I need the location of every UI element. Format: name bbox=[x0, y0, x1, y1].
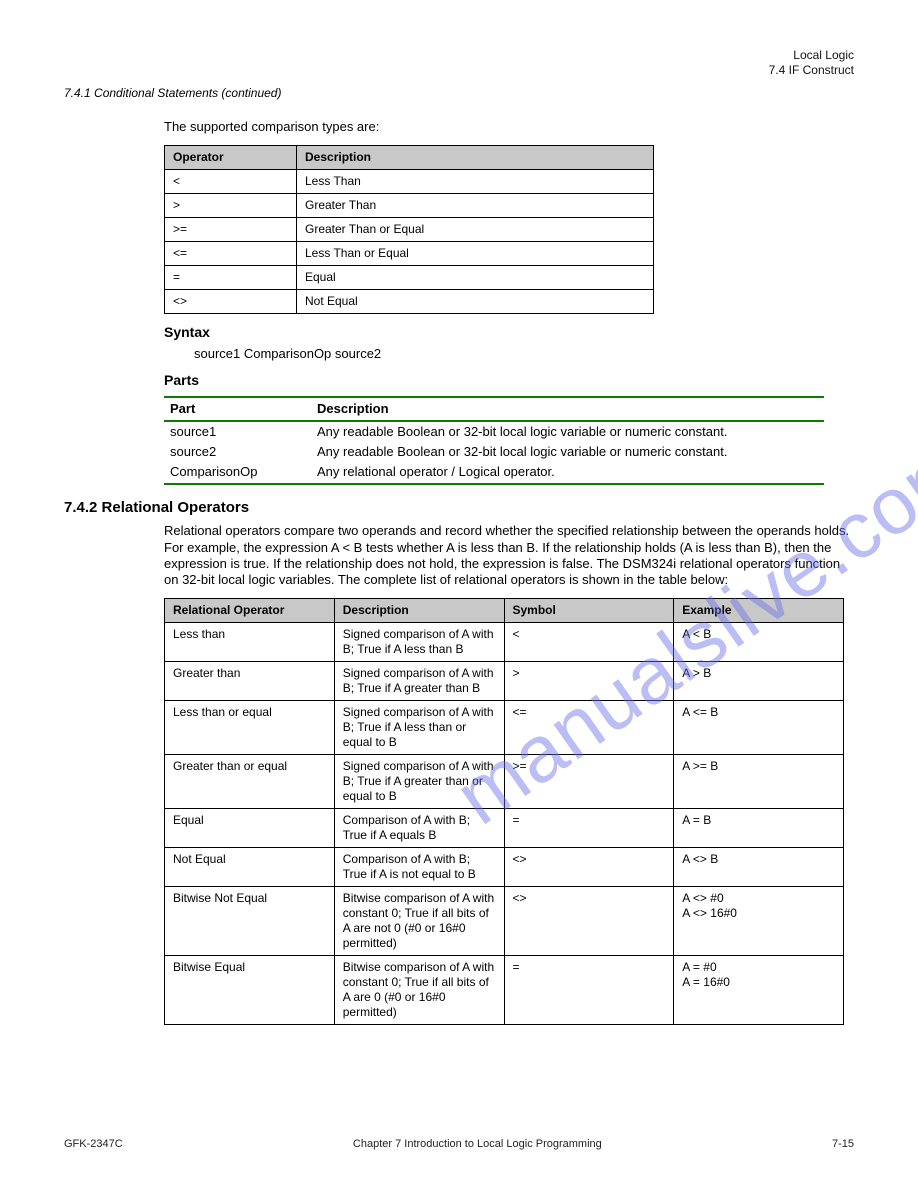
table-row: Less thanSigned comparison of A with B; … bbox=[165, 623, 844, 662]
table-header-row: Part Description bbox=[164, 397, 824, 421]
cell: <= bbox=[504, 701, 674, 755]
cell: <> bbox=[504, 848, 674, 887]
cell: A = #0 A = 16#0 bbox=[674, 956, 844, 1025]
cell: Bitwise Equal bbox=[165, 956, 335, 1025]
cell: source2 bbox=[164, 442, 311, 462]
header-right-line2: 7.4 IF Construct bbox=[64, 63, 854, 78]
cell: Any relational operator / Logical operat… bbox=[311, 462, 824, 483]
col-operator: Operator bbox=[165, 146, 297, 170]
relational-intro: Relational operators compare two operand… bbox=[164, 523, 854, 588]
cell: = bbox=[504, 809, 674, 848]
table-row: Greater thanSigned comparison of A with … bbox=[165, 662, 844, 701]
cell: Signed comparison of A with B; True if A… bbox=[334, 755, 504, 809]
relational-heading: 7.4.2 Relational Operators bbox=[64, 499, 854, 518]
table-row: Less than or equalSigned comparison of A… bbox=[165, 701, 844, 755]
cell: <= bbox=[165, 242, 297, 266]
parts-heading: Parts bbox=[164, 372, 854, 390]
table-row: <>Not Equal bbox=[165, 290, 654, 314]
cell: A > B bbox=[674, 662, 844, 701]
cell: Bitwise comparison of A with constant 0;… bbox=[334, 887, 504, 956]
table-row: source2Any readable Boolean or 32-bit lo… bbox=[164, 442, 824, 462]
comparison-intro: The supported comparison types are: bbox=[164, 119, 854, 135]
header-right: Local Logic 7.4 IF Construct bbox=[64, 48, 854, 78]
cell: Equal bbox=[165, 809, 335, 848]
syntax-heading: Syntax bbox=[164, 324, 854, 342]
cell: >= bbox=[165, 218, 297, 242]
cell: Less Than or Equal bbox=[297, 242, 654, 266]
table-row: <Less Than bbox=[165, 170, 654, 194]
cell: = bbox=[504, 956, 674, 1025]
footer-right: 7-15 bbox=[832, 1138, 854, 1152]
cell: Comparison of A with B; True if A equals… bbox=[334, 809, 504, 848]
cell: Signed comparison of A with B; True if A… bbox=[334, 662, 504, 701]
cell: Not Equal bbox=[297, 290, 654, 314]
cell: Less than bbox=[165, 623, 335, 662]
cell: Bitwise comparison of A with constant 0;… bbox=[334, 956, 504, 1025]
cell: source1 bbox=[164, 421, 311, 442]
comparison-table: Operator Description <Less Than >Greater… bbox=[164, 145, 654, 314]
cell: = bbox=[165, 266, 297, 290]
cell: A <> #0 A <> 16#0 bbox=[674, 887, 844, 956]
cell: ComparisonOp bbox=[164, 462, 311, 483]
cell: A < B bbox=[674, 623, 844, 662]
cell: Signed comparison of A with B; True if A… bbox=[334, 701, 504, 755]
cell: > bbox=[504, 662, 674, 701]
cell: A <= B bbox=[674, 701, 844, 755]
table-row: Bitwise EqualBitwise comparison of A wit… bbox=[165, 956, 844, 1025]
table-row: Bitwise Not EqualBitwise comparison of A… bbox=[165, 887, 844, 956]
cell: <> bbox=[165, 290, 297, 314]
cell: Greater than bbox=[165, 662, 335, 701]
table-row: Greater than or equalSigned comparison o… bbox=[165, 755, 844, 809]
col-rel-example: Example bbox=[674, 599, 844, 623]
cell: Equal bbox=[297, 266, 654, 290]
cell: Greater Than or Equal bbox=[297, 218, 654, 242]
cell: A >= B bbox=[674, 755, 844, 809]
table-row: EqualComparison of A with B; True if A e… bbox=[165, 809, 844, 848]
header-right-line1: Local Logic bbox=[64, 48, 854, 63]
col-description: Description bbox=[311, 397, 824, 421]
cell: <> bbox=[504, 887, 674, 956]
col-rel-op: Relational Operator bbox=[165, 599, 335, 623]
cell: A = B bbox=[674, 809, 844, 848]
relational-table: Relational Operator Description Symbol E… bbox=[164, 598, 844, 1025]
document-page: Local Logic 7.4 IF Construct 7.4.1 Condi… bbox=[0, 0, 918, 1067]
cell: Not Equal bbox=[165, 848, 335, 887]
table-row: >=Greater Than or Equal bbox=[165, 218, 654, 242]
cell: Bitwise Not Equal bbox=[165, 887, 335, 956]
table-header-row: Relational Operator Description Symbol E… bbox=[165, 599, 844, 623]
cell: < bbox=[504, 623, 674, 662]
cell: Greater than or equal bbox=[165, 755, 335, 809]
cell: Signed comparison of A with B; True if A… bbox=[334, 623, 504, 662]
cell: < bbox=[165, 170, 297, 194]
cell: Comparison of A with B; True if A is not… bbox=[334, 848, 504, 887]
cell: >= bbox=[504, 755, 674, 809]
cell: Less than or equal bbox=[165, 701, 335, 755]
table-row: ComparisonOpAny relational operator / Lo… bbox=[164, 462, 824, 483]
syntax-line: source1 ComparisonOp source2 bbox=[194, 346, 854, 362]
header-left: 7.4.1 Conditional Statements (continued) bbox=[64, 86, 854, 101]
col-rel-desc: Description bbox=[334, 599, 504, 623]
cell: Any readable Boolean or 32-bit local log… bbox=[311, 442, 824, 462]
table-row: >Greater Than bbox=[165, 194, 654, 218]
table-row: <=Less Than or Equal bbox=[165, 242, 654, 266]
table-row: Not EqualComparison of A with B; True if… bbox=[165, 848, 844, 887]
table-header-row: Operator Description bbox=[165, 146, 654, 170]
cell: > bbox=[165, 194, 297, 218]
col-rel-symbol: Symbol bbox=[504, 599, 674, 623]
col-part: Part bbox=[164, 397, 311, 421]
cell: Greater Than bbox=[297, 194, 654, 218]
footer-center: Chapter 7 Introduction to Local Logic Pr… bbox=[353, 1138, 602, 1152]
parts-table: Part Description source1Any readable Boo… bbox=[164, 396, 824, 485]
footer-left: GFK-2347C bbox=[64, 1138, 123, 1152]
cell: Any readable Boolean or 32-bit local log… bbox=[311, 421, 824, 442]
col-description: Description bbox=[297, 146, 654, 170]
table-row: source1Any readable Boolean or 32-bit lo… bbox=[164, 421, 824, 442]
cell: A <> B bbox=[674, 848, 844, 887]
table-row: =Equal bbox=[165, 266, 654, 290]
cell: Less Than bbox=[297, 170, 654, 194]
page-footer: GFK-2347C Chapter 7 Introduction to Loca… bbox=[64, 1138, 854, 1152]
